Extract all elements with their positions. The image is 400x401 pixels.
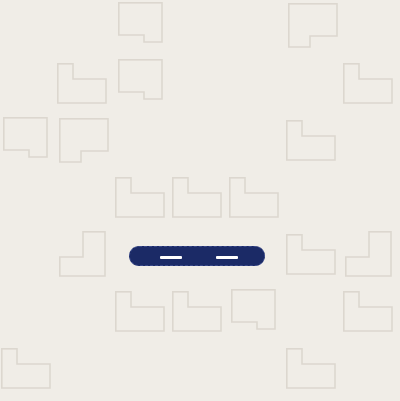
piece-outline-shape [59, 231, 106, 277]
piece-outline-shape [229, 177, 279, 218]
piece-outline-shape [115, 177, 165, 218]
board-piece-outline[interactable] [345, 231, 395, 277]
piece-outline-shape [288, 3, 338, 48]
piece-outline-shape [286, 234, 336, 275]
board-piece-outline[interactable] [286, 234, 336, 279]
board-piece-outline[interactable] [286, 348, 336, 393]
piece-outline-shape [1, 348, 51, 389]
board-piece-outline[interactable] [172, 177, 222, 222]
board-piece-outline[interactable] [115, 291, 165, 336]
piece-outline-shape [343, 63, 393, 104]
board-piece-outline[interactable] [118, 59, 168, 104]
game-board[interactable] [0, 0, 400, 401]
piece-outline-shape [3, 117, 48, 158]
capsule-mark [160, 256, 182, 259]
piece-outline-shape [345, 231, 392, 277]
board-piece-outline[interactable] [3, 117, 53, 162]
board-piece-outline[interactable] [1, 348, 51, 393]
piece-outline-shape [172, 291, 222, 332]
capsule-mark [216, 256, 238, 259]
selected-capsule-piece[interactable] [129, 246, 265, 266]
piece-outline-shape [343, 291, 393, 332]
piece-outline-shape [118, 59, 163, 100]
piece-outline-shape [286, 120, 336, 161]
board-piece-outline[interactable] [59, 231, 109, 277]
piece-outline-shape [115, 291, 165, 332]
board-piece-outline[interactable] [115, 177, 165, 222]
piece-outline-shape [231, 289, 276, 330]
board-piece-outline[interactable] [343, 291, 393, 336]
piece-outline-shape [118, 2, 163, 43]
board-piece-outline[interactable] [229, 177, 279, 222]
board-piece-outline[interactable] [57, 63, 107, 108]
piece-outline-shape [172, 177, 222, 218]
piece-outline-shape [286, 348, 336, 389]
board-piece-outline[interactable] [288, 3, 338, 48]
piece-outline-shape [57, 63, 107, 104]
board-piece-outline[interactable] [231, 289, 281, 334]
piece-outline-shape [59, 118, 109, 163]
board-piece-outline[interactable] [286, 120, 336, 165]
board-piece-outline[interactable] [118, 2, 168, 47]
board-piece-outline[interactable] [172, 291, 222, 336]
board-piece-outline[interactable] [343, 63, 393, 108]
board-piece-outline[interactable] [59, 118, 109, 163]
